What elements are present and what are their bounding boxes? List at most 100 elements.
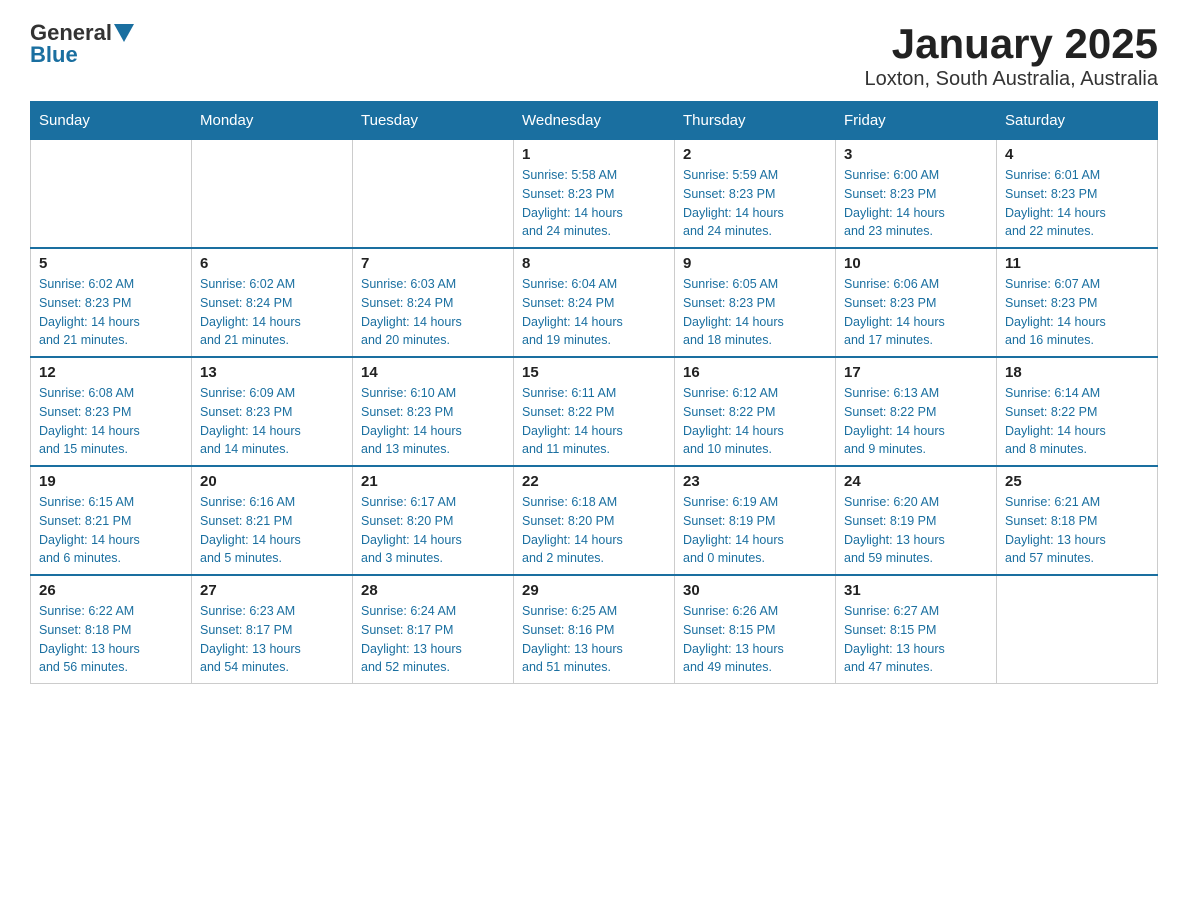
calendar-cell: 12 Sunrise: 6:08 AM Sunset: 8:23 PM Dayli…: [31, 357, 192, 466]
calendar-cell: [997, 575, 1158, 684]
sun-info: Sunrise: 6:21 AM Sunset: 8:18 PM Dayligh…: [1005, 493, 1149, 568]
calendar-cell: 22Sunrise: 6:18 AM Sunset: 8:20 PM Dayli…: [514, 466, 675, 575]
sun-info: Sunrise: 6:26 AM Sunset: 8:15 PM Dayligh…: [683, 602, 827, 677]
sun-info: Sunrise: 6:19 AM Sunset: 8:19 PM Dayligh…: [683, 493, 827, 568]
calendar-day-header: Sunday: [31, 102, 192, 140]
sun-info: Sunrise: 6:24 AM Sunset: 8:17 PM Dayligh…: [361, 602, 505, 677]
calendar-cell: 11 Sunrise: 6:07 AM Sunset: 8:23 PM Dayli…: [997, 248, 1158, 357]
calendar-cell: 8Sunrise: 6:04 AM Sunset: 8:24 PM Daylig…: [514, 248, 675, 357]
calendar-day-header: Monday: [192, 102, 353, 140]
day-number: 26: [39, 582, 183, 599]
sun-info: Sunrise: 6:00 AM Sunset: 8:23 PM Dayligh…: [844, 166, 988, 241]
sun-info: Sunrise: 6:12 AM Sunset: 8:22 PM Dayligh…: [683, 384, 827, 459]
sun-info: Sunrise: 6:15 AM Sunset: 8:21 PM Dayligh…: [39, 493, 183, 568]
title-block: January 2025 Loxton, South Australia, Au…: [864, 20, 1158, 91]
calendar-cell: 26 Sunrise: 6:22 AM Sunset: 8:18 PM Dayli…: [31, 575, 192, 684]
calendar-cell: 24 Sunrise: 6:20 AM Sunset: 8:19 PM Dayli…: [836, 466, 997, 575]
calendar-cell: 1 Sunrise: 5:58 AM Sunset: 8:23 PM Daylig…: [514, 140, 675, 249]
calendar-cell: 4Sunrise: 6:01 AM Sunset: 8:23 PM Daylig…: [997, 140, 1158, 249]
day-number: 7: [361, 255, 505, 272]
day-number: 31: [844, 582, 988, 599]
day-number: 17: [844, 364, 988, 381]
calendar-cell: 3 Sunrise: 6:00 AM Sunset: 8:23 PM Daylig…: [836, 140, 997, 249]
calendar-cell: 6 Sunrise: 6:02 AM Sunset: 8:24 PM Daylig…: [192, 248, 353, 357]
sun-info: Sunrise: 6:07 AM Sunset: 8:23 PM Dayligh…: [1005, 275, 1149, 350]
calendar-week-row: 5 Sunrise: 6:02 AM Sunset: 8:23 PM Daylig…: [31, 248, 1158, 357]
day-number: 10: [844, 255, 988, 272]
sun-info: Sunrise: 5:59 AM Sunset: 8:23 PM Dayligh…: [683, 166, 827, 241]
day-number: 12: [39, 364, 183, 381]
calendar-cell: 28 Sunrise: 6:24 AM Sunset: 8:17 PM Dayli…: [353, 575, 514, 684]
sun-info: Sunrise: 6:08 AM Sunset: 8:23 PM Dayligh…: [39, 384, 183, 459]
sun-info: Sunrise: 6:05 AM Sunset: 8:23 PM Dayligh…: [683, 275, 827, 350]
page-subtitle: Loxton, South Australia, Australia: [864, 68, 1158, 91]
day-number: 28: [361, 582, 505, 599]
calendar-day-header: Friday: [836, 102, 997, 140]
calendar-day-header: Saturday: [997, 102, 1158, 140]
sun-info: Sunrise: 6:03 AM Sunset: 8:24 PM Dayligh…: [361, 275, 505, 350]
sun-info: Sunrise: 6:22 AM Sunset: 8:18 PM Dayligh…: [39, 602, 183, 677]
calendar-cell: 5 Sunrise: 6:02 AM Sunset: 8:23 PM Daylig…: [31, 248, 192, 357]
day-number: 20: [200, 473, 344, 490]
day-number: 21: [361, 473, 505, 490]
day-number: 5: [39, 255, 183, 272]
calendar-cell: 25 Sunrise: 6:21 AM Sunset: 8:18 PM Dayli…: [997, 466, 1158, 575]
calendar-cell: [353, 140, 514, 249]
sun-info: Sunrise: 5:58 AM Sunset: 8:23 PM Dayligh…: [522, 166, 666, 241]
logo-triangle-icon: [114, 24, 134, 42]
calendar-cell: 29 Sunrise: 6:25 AM Sunset: 8:16 PM Dayli…: [514, 575, 675, 684]
logo-blue-text: Blue: [30, 42, 78, 68]
day-number: 13: [200, 364, 344, 381]
day-number: 29: [522, 582, 666, 599]
day-number: 19: [39, 473, 183, 490]
calendar-day-header: Wednesday: [514, 102, 675, 140]
calendar-cell: 21 Sunrise: 6:17 AM Sunset: 8:20 PM Dayli…: [353, 466, 514, 575]
day-number: 11: [1005, 255, 1149, 272]
sun-info: Sunrise: 6:10 AM Sunset: 8:23 PM Dayligh…: [361, 384, 505, 459]
calendar-cell: 30 Sunrise: 6:26 AM Sunset: 8:15 PM Dayli…: [675, 575, 836, 684]
sun-info: Sunrise: 6:27 AM Sunset: 8:15 PM Dayligh…: [844, 602, 988, 677]
calendar-week-row: 12 Sunrise: 6:08 AM Sunset: 8:23 PM Dayli…: [31, 357, 1158, 466]
day-number: 2: [683, 146, 827, 163]
calendar-table: SundayMondayTuesdayWednesdayThursdayFrid…: [30, 101, 1158, 684]
calendar-cell: 17Sunrise: 6:13 AM Sunset: 8:22 PM Dayli…: [836, 357, 997, 466]
page-title: January 2025: [864, 20, 1158, 68]
sun-info: Sunrise: 6:02 AM Sunset: 8:23 PM Dayligh…: [39, 275, 183, 350]
calendar-cell: 16Sunrise: 6:12 AM Sunset: 8:22 PM Dayli…: [675, 357, 836, 466]
sun-info: Sunrise: 6:02 AM Sunset: 8:24 PM Dayligh…: [200, 275, 344, 350]
calendar-day-header: Tuesday: [353, 102, 514, 140]
calendar-cell: 10 Sunrise: 6:06 AM Sunset: 8:23 PM Dayli…: [836, 248, 997, 357]
day-number: 9: [683, 255, 827, 272]
sun-info: Sunrise: 6:01 AM Sunset: 8:23 PM Dayligh…: [1005, 166, 1149, 241]
calendar-week-row: 26 Sunrise: 6:22 AM Sunset: 8:18 PM Dayli…: [31, 575, 1158, 684]
calendar-header-row: SundayMondayTuesdayWednesdayThursdayFrid…: [31, 102, 1158, 140]
day-number: 25: [1005, 473, 1149, 490]
sun-info: Sunrise: 6:20 AM Sunset: 8:19 PM Dayligh…: [844, 493, 988, 568]
sun-info: Sunrise: 6:18 AM Sunset: 8:20 PM Dayligh…: [522, 493, 666, 568]
sun-info: Sunrise: 6:06 AM Sunset: 8:23 PM Dayligh…: [844, 275, 988, 350]
day-number: 6: [200, 255, 344, 272]
calendar-cell: [192, 140, 353, 249]
sun-info: Sunrise: 6:25 AM Sunset: 8:16 PM Dayligh…: [522, 602, 666, 677]
calendar-cell: 18Sunrise: 6:14 AM Sunset: 8:22 PM Dayli…: [997, 357, 1158, 466]
sun-info: Sunrise: 6:23 AM Sunset: 8:17 PM Dayligh…: [200, 602, 344, 677]
calendar-cell: 7 Sunrise: 6:03 AM Sunset: 8:24 PM Daylig…: [353, 248, 514, 357]
sun-info: Sunrise: 6:04 AM Sunset: 8:24 PM Dayligh…: [522, 275, 666, 350]
calendar-cell: 27 Sunrise: 6:23 AM Sunset: 8:17 PM Dayli…: [192, 575, 353, 684]
calendar-cell: [31, 140, 192, 249]
day-number: 24: [844, 473, 988, 490]
sun-info: Sunrise: 6:17 AM Sunset: 8:20 PM Dayligh…: [361, 493, 505, 568]
calendar-cell: 23 Sunrise: 6:19 AM Sunset: 8:19 PM Dayli…: [675, 466, 836, 575]
sun-info: Sunrise: 6:09 AM Sunset: 8:23 PM Dayligh…: [200, 384, 344, 459]
day-number: 3: [844, 146, 988, 163]
calendar-cell: 31 Sunrise: 6:27 AM Sunset: 8:15 PM Dayli…: [836, 575, 997, 684]
sun-info: Sunrise: 6:14 AM Sunset: 8:22 PM Dayligh…: [1005, 384, 1149, 459]
calendar-cell: 19 Sunrise: 6:15 AM Sunset: 8:21 PM Dayli…: [31, 466, 192, 575]
day-number: 30: [683, 582, 827, 599]
day-number: 27: [200, 582, 344, 599]
day-number: 1: [522, 146, 666, 163]
sun-info: Sunrise: 6:11 AM Sunset: 8:22 PM Dayligh…: [522, 384, 666, 459]
calendar-cell: 15Sunrise: 6:11 AM Sunset: 8:22 PM Dayli…: [514, 357, 675, 466]
day-number: 23: [683, 473, 827, 490]
calendar-cell: 20Sunrise: 6:16 AM Sunset: 8:21 PM Dayli…: [192, 466, 353, 575]
